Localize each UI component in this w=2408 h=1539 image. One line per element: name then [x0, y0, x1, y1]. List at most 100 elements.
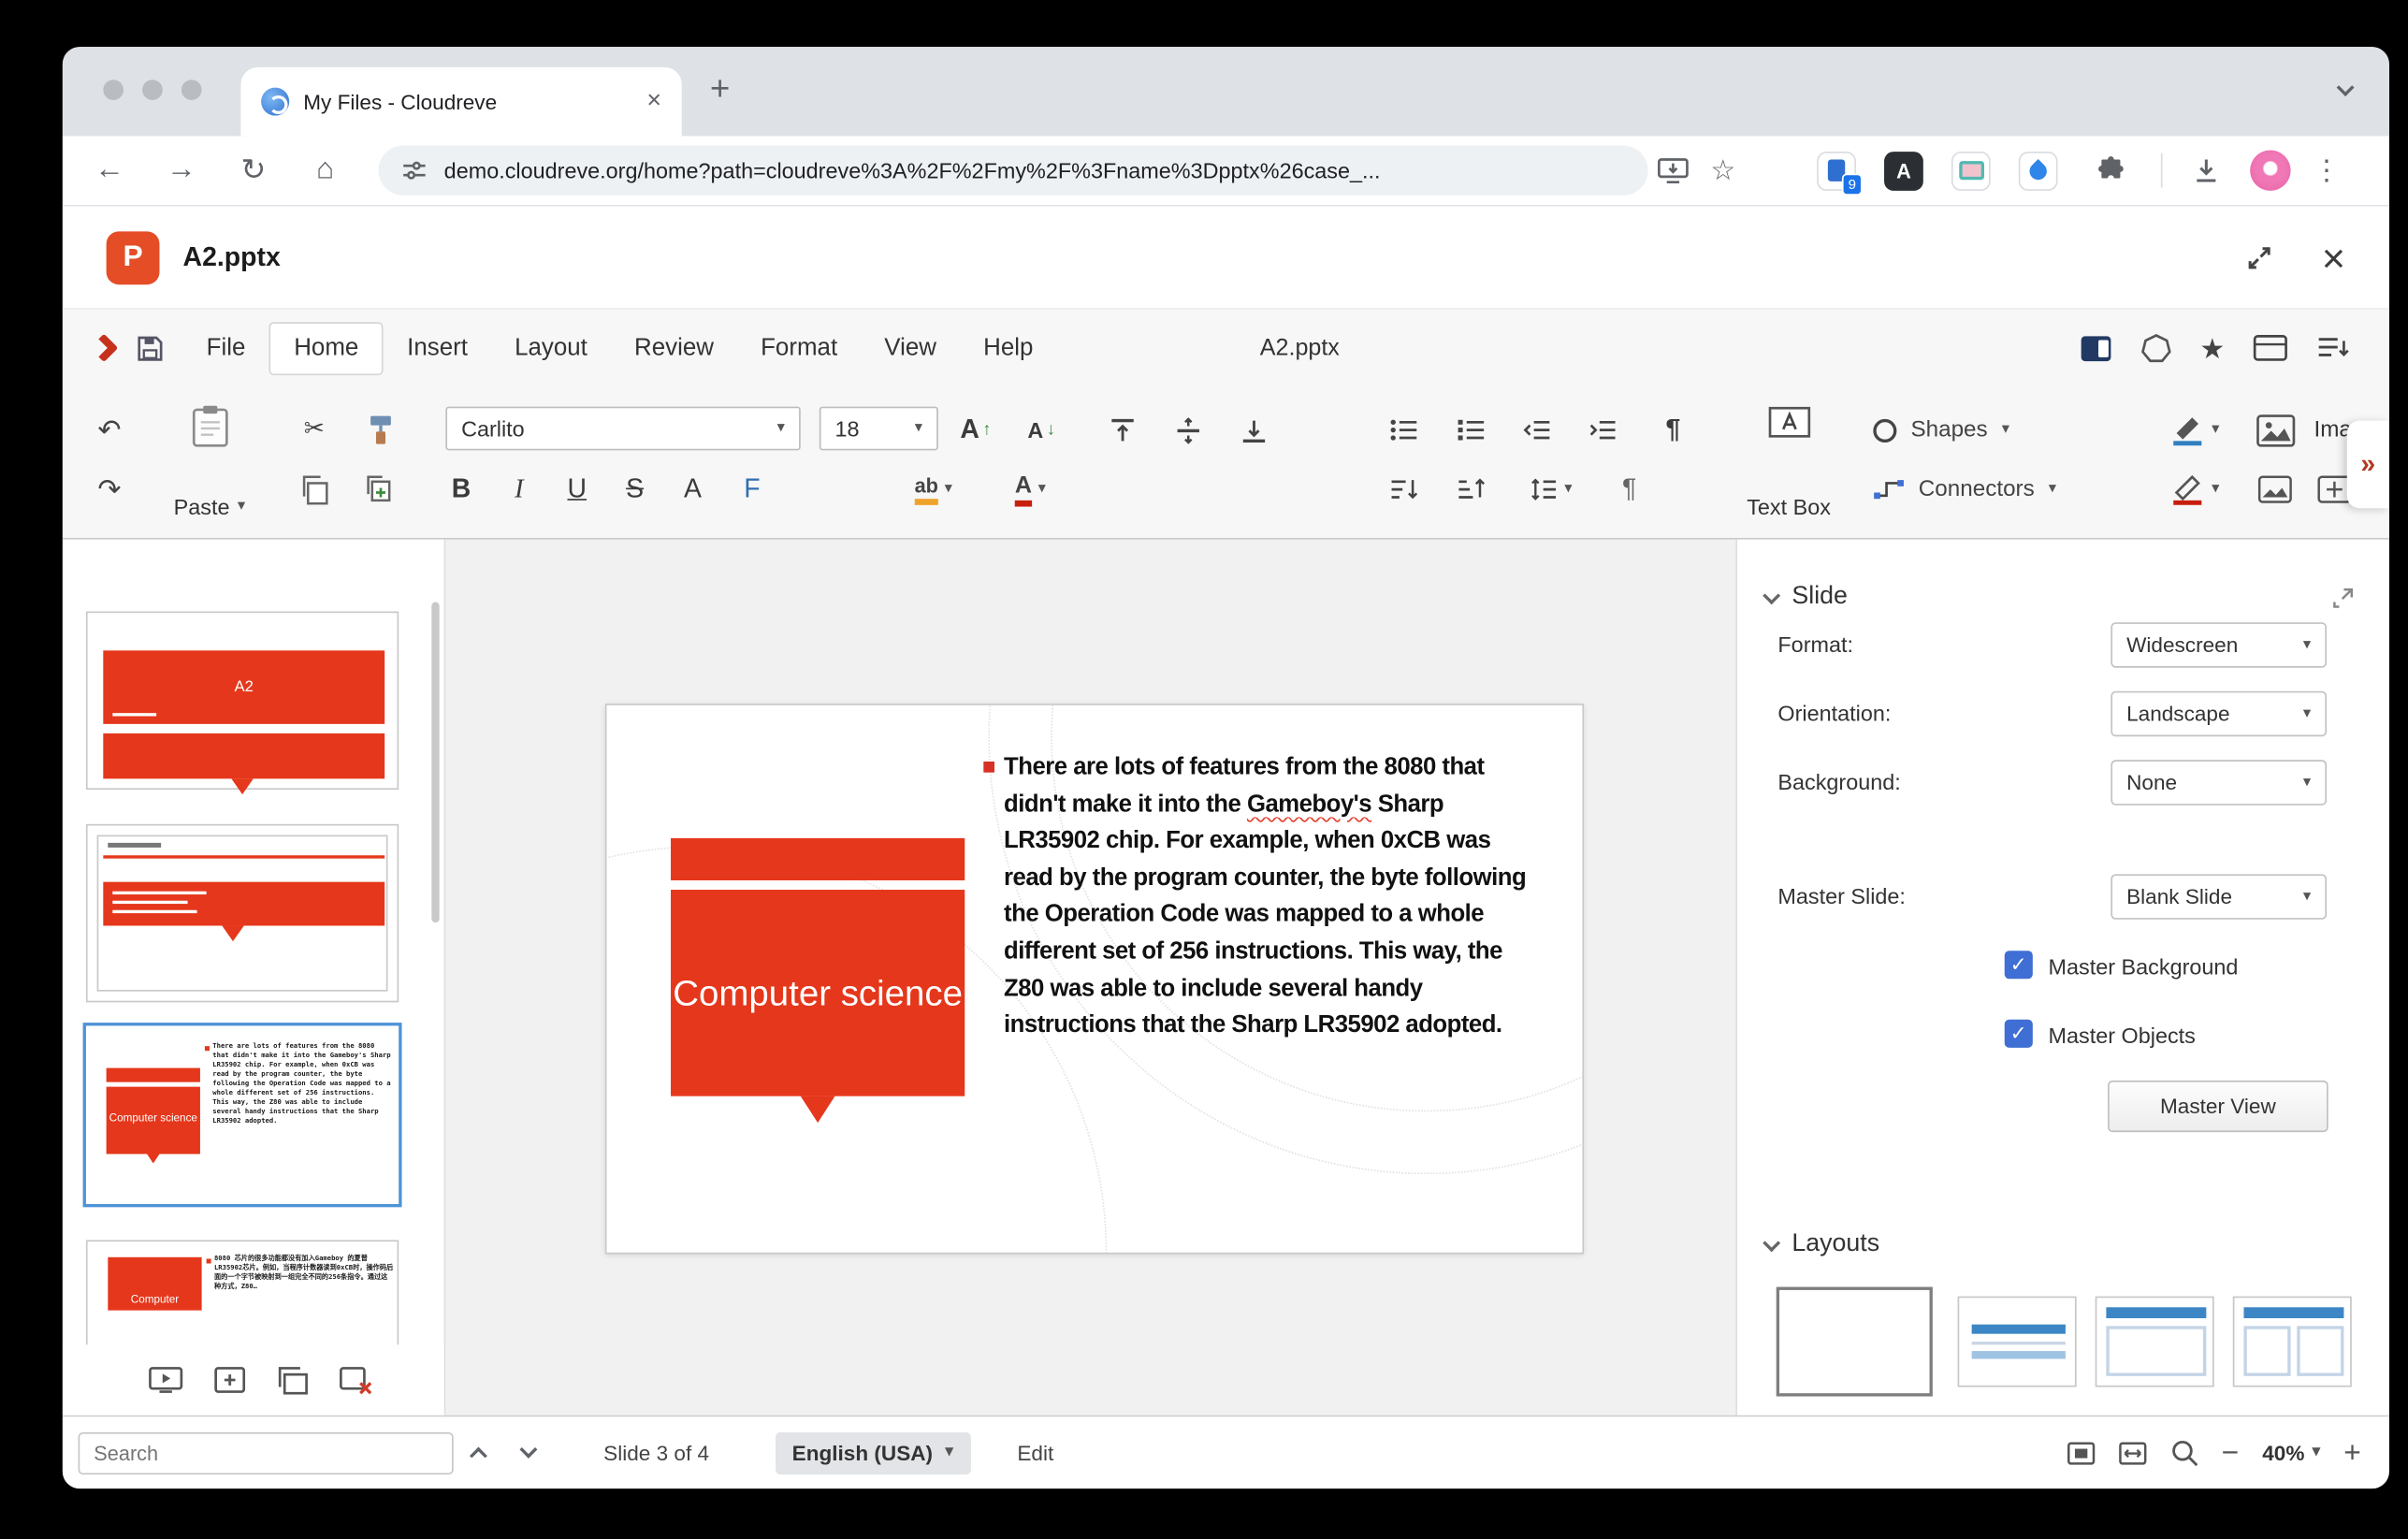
paragraph-mark-button[interactable]: ¶	[1645, 405, 1701, 455]
toolbar-expand-handle[interactable]: »	[2347, 421, 2389, 509]
master-objects-checkbox[interactable]: ✓	[2005, 1020, 2033, 1048]
paragraph-settings-button[interactable]: ¶	[1602, 464, 1658, 514]
extensions-puzzle-icon[interactable]	[2086, 154, 2136, 185]
favorites-star-icon[interactable]: ★	[2199, 334, 2225, 362]
window-close-button[interactable]	[103, 80, 123, 100]
slide-thumbnail-4[interactable]: Computer 8080 芯片的很多功能都没有加入Gameboy 的夏普LR3…	[86, 1240, 399, 1344]
decrease-font-button[interactable]: A↓	[1013, 405, 1069, 455]
close-viewer-icon[interactable]: ×	[2322, 237, 2345, 277]
panel-expand-icon[interactable]	[2331, 587, 2355, 610]
language-select[interactable]: English (USA) ▾	[775, 1431, 970, 1474]
change-case-button[interactable]: F	[726, 464, 779, 514]
master-view-button[interactable]: Master View	[2108, 1081, 2328, 1132]
master-background-checkbox[interactable]: ✓	[2005, 951, 2033, 979]
slide-thumbnail-3-selected[interactable]: Computer science There are lots of featu…	[83, 1023, 402, 1207]
zoom-out-button[interactable]: −	[2222, 1438, 2240, 1468]
shape-settings-icon[interactable]	[2140, 332, 2171, 363]
increase-indent-button[interactable]	[1574, 405, 1631, 455]
numbered-list-button[interactable]	[1443, 405, 1500, 455]
text-box-button[interactable]: Text Box	[1723, 399, 1854, 524]
window-minimize-button[interactable]	[142, 80, 163, 100]
strikethrough-button[interactable]: S	[608, 464, 661, 514]
menu-home[interactable]: Home	[268, 321, 384, 374]
menu-insert[interactable]: Insert	[384, 323, 491, 372]
extension-tv-icon[interactable]	[1951, 151, 1991, 190]
site-settings-icon[interactable]	[402, 158, 428, 183]
reload-button[interactable]: ↻	[222, 152, 284, 188]
cut-button[interactable]: ✂	[288, 405, 341, 455]
zoom-level-select[interactable]: 40% ▾	[2262, 1441, 2320, 1464]
forward-button[interactable]: →	[150, 153, 212, 188]
find-next-button[interactable]	[503, 1449, 553, 1456]
slide-body-text[interactable]: There are lots of features from the 8080…	[1004, 749, 1542, 1044]
fit-slide-button[interactable]	[2067, 1441, 2095, 1464]
align-middle-button[interactable]	[1160, 405, 1216, 455]
decrease-indent-button[interactable]	[1509, 405, 1565, 455]
menu-file[interactable]: File	[183, 323, 269, 372]
slide-thumbnail-1[interactable]: A2	[86, 612, 399, 791]
find-previous-button[interactable]	[454, 1444, 503, 1462]
menu-review[interactable]: Review	[611, 323, 737, 372]
zoom-in-button[interactable]: +	[2343, 1438, 2361, 1468]
add-slide-button[interactable]	[214, 1367, 245, 1393]
highlighter-pen-button[interactable]: ▾	[2152, 405, 2240, 455]
master-slide-select[interactable]: Blank Slide ▾	[2111, 874, 2327, 919]
downloads-icon[interactable]	[2182, 154, 2231, 185]
layout-blank[interactable]	[1777, 1287, 1933, 1397]
underline-button[interactable]: U	[550, 464, 603, 514]
back-button[interactable]: ←	[79, 153, 141, 188]
sidebar-toggle-icon[interactable]	[2080, 334, 2112, 362]
sort-descending-button[interactable]	[1443, 464, 1500, 514]
align-bottom-button[interactable]	[1226, 405, 1282, 455]
slide-section-header[interactable]: Slide	[1765, 583, 1848, 611]
orientation-select[interactable]: Landscape ▾	[2111, 691, 2327, 736]
connectors-button[interactable]: Connectors ▾	[1873, 464, 2132, 514]
slide-thumbnail-2[interactable]	[86, 824, 399, 1003]
redo-button[interactable]: ↷	[84, 464, 134, 514]
ink-pen-button[interactable]: ▾	[2152, 464, 2240, 514]
undo-button[interactable]: ↶	[84, 405, 134, 455]
browser-menu-icon[interactable]: ⋮	[2313, 154, 2341, 187]
fit-width-button[interactable]	[2118, 1441, 2146, 1464]
menu-format[interactable]: Format	[737, 323, 861, 372]
new-tab-button[interactable]: +	[710, 69, 730, 109]
feedback-icon[interactable]	[2315, 335, 2351, 361]
menu-layout[interactable]: Layout	[491, 323, 611, 372]
card-panel-icon[interactable]	[2253, 335, 2287, 361]
tab-search-chevron-icon[interactable]	[2337, 79, 2355, 96]
shapes-button[interactable]: Shapes ▾	[1873, 405, 2095, 455]
highlight-color-button[interactable]: ab ▾	[888, 464, 979, 514]
sort-ascending-button[interactable]	[1376, 464, 1432, 514]
italic-button[interactable]: I	[492, 464, 545, 514]
fullscreen-icon[interactable]	[2243, 241, 2274, 272]
layout-header-body[interactable]	[2096, 1297, 2214, 1387]
format-painter-button[interactable]	[354, 405, 407, 455]
tab-close-icon[interactable]: ×	[646, 88, 661, 116]
layout-title-content[interactable]	[1958, 1297, 2077, 1387]
image-fill-button[interactable]	[2248, 464, 2301, 514]
bookmark-star-icon[interactable]: ☆	[1698, 154, 1748, 187]
save-button[interactable]	[136, 334, 164, 362]
insert-image-button[interactable]	[2248, 405, 2301, 455]
copy-style-button[interactable]	[354, 464, 407, 514]
font-name-select[interactable]: Carlito ▾	[445, 407, 800, 451]
extension-a-icon[interactable]: A	[1884, 151, 1923, 190]
copy-button[interactable]	[288, 464, 341, 514]
slide-canvas[interactable]: Computer science There are lots of featu…	[445, 540, 1735, 1416]
extension-drop-icon[interactable]	[2019, 151, 2058, 190]
align-top-button[interactable]	[1095, 405, 1151, 455]
font-color-button[interactable]: A ▾	[985, 464, 1076, 514]
menu-help[interactable]: Help	[960, 323, 1056, 372]
format-select[interactable]: Widescreen ▾	[2111, 622, 2327, 667]
increase-font-button[interactable]: A↑	[948, 405, 1004, 455]
current-slide[interactable]: Computer science There are lots of featu…	[605, 704, 1584, 1254]
extension-badge-icon[interactable]: 9	[1817, 151, 1856, 190]
superscript-button[interactable]: A	[666, 464, 719, 514]
home-button[interactable]: ⌂	[294, 153, 356, 188]
profile-avatar[interactable]	[2250, 150, 2290, 190]
menu-view[interactable]: View	[861, 323, 960, 372]
install-app-icon[interactable]	[1648, 155, 1698, 185]
thumbnails-scrollbar[interactable]	[431, 602, 439, 922]
start-slideshow-button[interactable]	[149, 1367, 183, 1393]
window-zoom-button[interactable]	[181, 80, 202, 100]
